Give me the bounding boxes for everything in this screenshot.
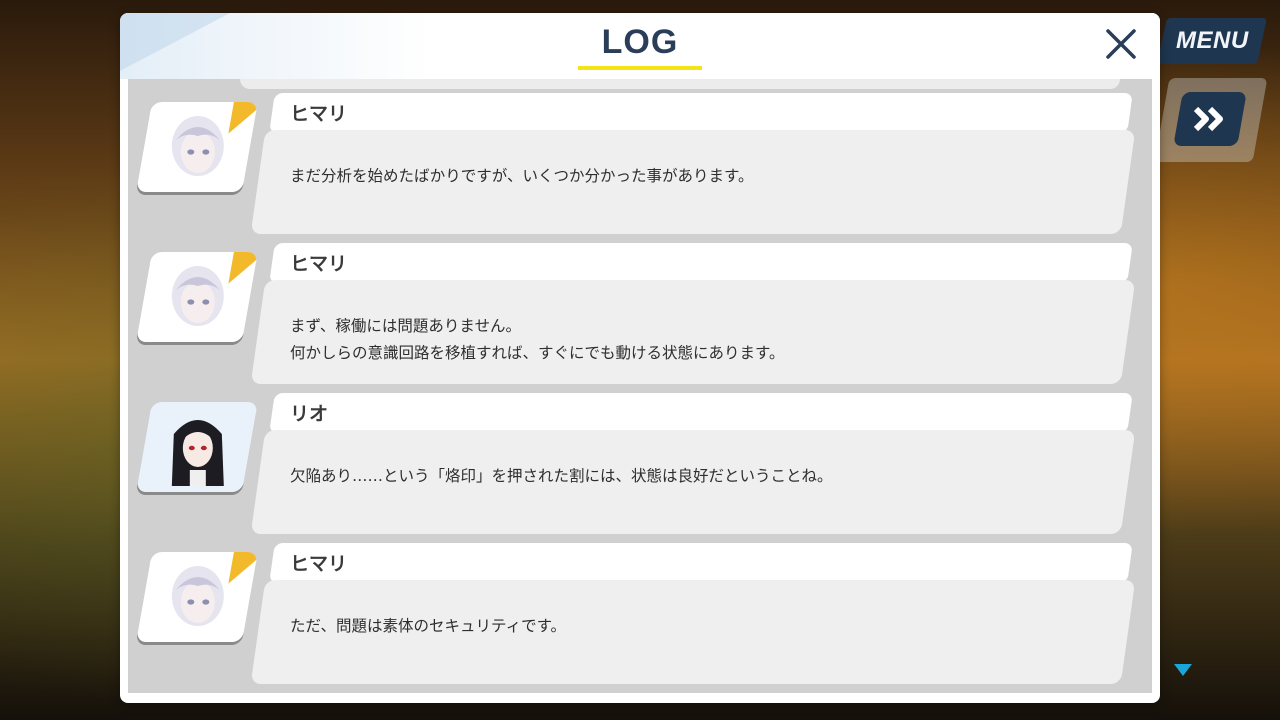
speaker-name: ヒマリ [290, 103, 348, 125]
rio-portrait [136, 402, 258, 492]
himari-portrait [136, 102, 258, 192]
log-window: LOG ヒマリ まだ分析を始めたばかりですが、いくつか分かった事があります。 ヒ… [120, 13, 1160, 703]
himari-portrait [136, 552, 258, 642]
menu-button[interactable]: MENU [1157, 18, 1267, 64]
dialogue-line: ただ、問題は素体のセキュリティです。 [290, 617, 567, 635]
log-entry: ヒマリ まず、稼働には問題ありません。 何かしらの意識回路を移植すれば、すぐにで… [128, 243, 1152, 393]
dialogue-line: 欠陥あり……という「烙印」を押された割には、状態は良好だということね。 [290, 467, 833, 485]
log-title: LOG [601, 23, 679, 61]
speaker-name: ヒマリ [290, 253, 348, 275]
close-icon [1106, 29, 1136, 59]
himari-portrait [136, 252, 258, 342]
log-entry: ヒマリ ただ、問題は素体のセキュリティです。 [128, 543, 1152, 693]
speaker-name: リオ [290, 403, 329, 425]
log-entry: ヒマリ まだ分析を始めたばかりですが、いくつか分かった事があります。 [128, 93, 1152, 243]
log-entry: リオ 欠陥あり……という「烙印」を押された割には、状態は良好だということね。 [128, 393, 1152, 543]
dialogue-line: 何かしらの意識回路を移植すれば、すぐにでも動ける状態にあります。 [290, 344, 785, 362]
log-list[interactable]: ヒマリ まだ分析を始めたばかりですが、いくつか分かった事があります。 ヒマリ ま… [128, 79, 1152, 693]
double-chevron-right-icon [1193, 106, 1223, 132]
menu-label: MENU [1175, 27, 1249, 54]
previous-entry-edge [240, 79, 1120, 89]
triangle-down-icon[interactable] [1174, 664, 1192, 676]
skip-button[interactable] [1173, 92, 1247, 146]
log-header: LOG [120, 13, 1160, 79]
dialogue-line: まず、稼働には問題ありません。 [290, 317, 521, 335]
title-underline [578, 66, 702, 70]
close-button[interactable] [1100, 23, 1142, 65]
dialogue-line: まだ分析を始めたばかりですが、いくつか分かった事があります。 [290, 167, 754, 185]
speaker-name: ヒマリ [290, 553, 348, 575]
